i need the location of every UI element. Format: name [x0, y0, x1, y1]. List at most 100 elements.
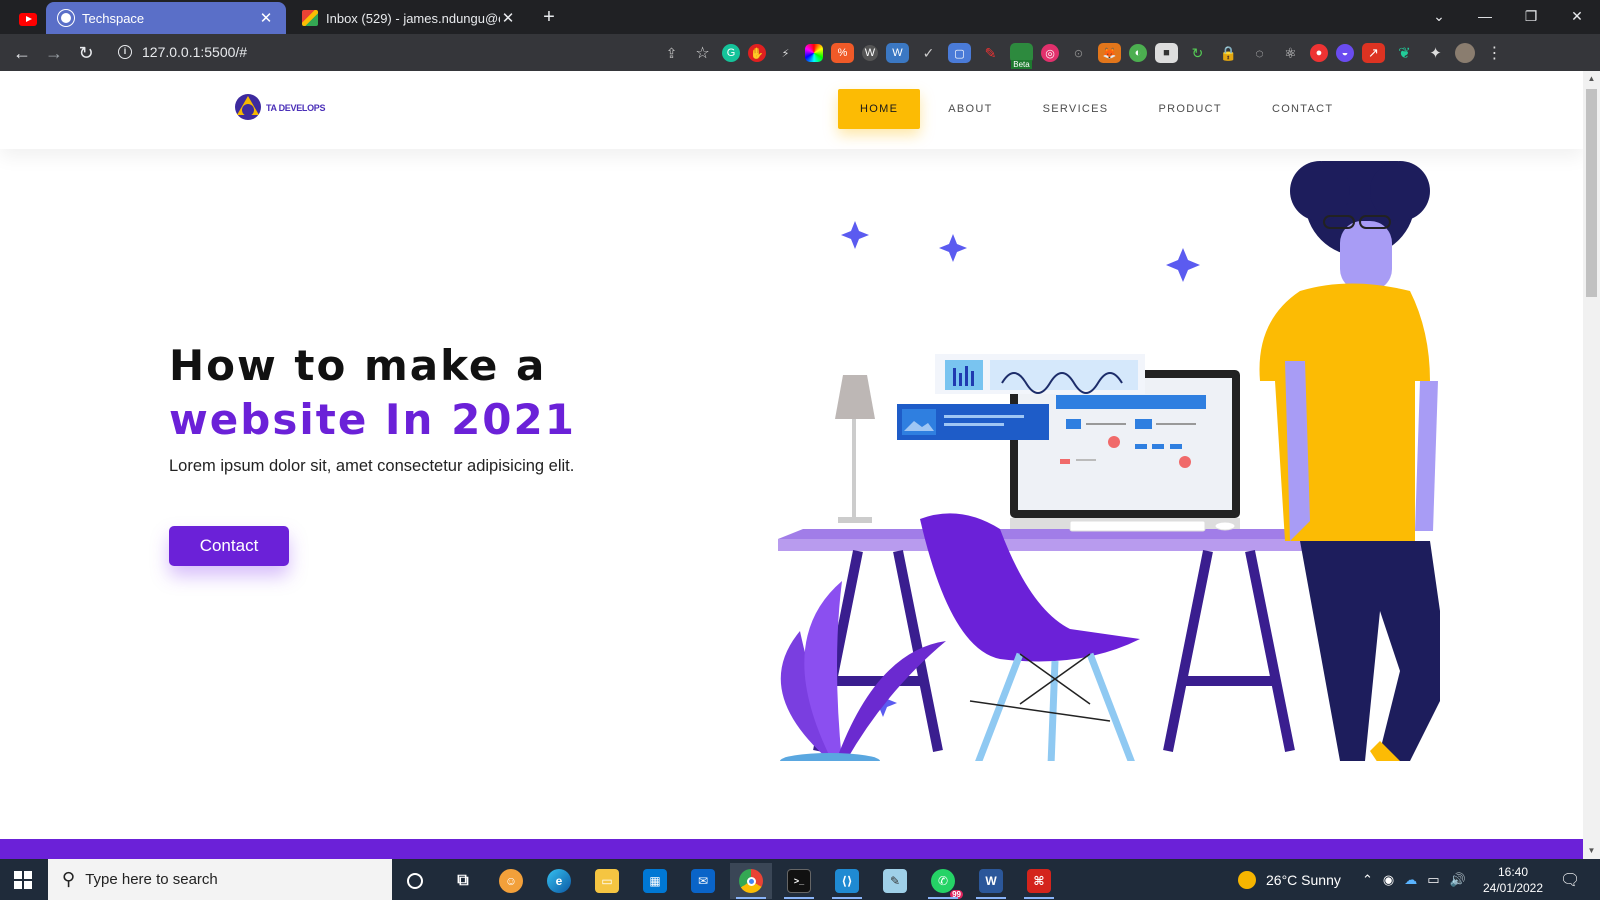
hero-title-line1: How to make a: [169, 341, 547, 390]
file-explorer-icon[interactable]: ▭: [586, 863, 628, 899]
site-header: TA DEVELOPS HOME ABOUT SERVICES PRODUCT …: [0, 71, 1583, 149]
fraction-icon[interactable]: %: [831, 43, 854, 63]
extension-icon[interactable]: ⚡: [774, 43, 797, 63]
volume-icon[interactable]: 🔊: [1450, 872, 1466, 888]
next-section-band: [0, 839, 1583, 859]
notifications-icon[interactable]: 🗨: [1560, 859, 1580, 900]
taskbar-clock[interactable]: 16:40 24/01/2022: [1478, 864, 1548, 896]
sun-icon: [1238, 870, 1256, 889]
back-icon[interactable]: ←: [10, 41, 34, 65]
gmail-icon: [302, 10, 318, 26]
beta-extension-icon[interactable]: Beta: [1010, 43, 1033, 69]
taskbar-search[interactable]: ⚲ Type here to search: [48, 859, 392, 900]
contact-button[interactable]: Contact: [169, 526, 289, 566]
logo-text: TA DEVELOPS: [266, 103, 326, 113]
search-icon: ⚲: [62, 869, 76, 889]
weather-text: 26°C Sunny: [1266, 871, 1341, 888]
red-extension-icon[interactable]: ●: [1310, 44, 1328, 62]
camera-icon[interactable]: ◉: [1383, 872, 1394, 888]
tab-title: Techspace: [82, 10, 145, 26]
metamask-icon[interactable]: 🦊: [1098, 43, 1121, 63]
grammarly-icon[interactable]: G: [722, 44, 740, 62]
whatsapp-icon[interactable]: ✆ 99: [922, 863, 964, 899]
mail-icon[interactable]: ✉: [682, 863, 724, 899]
bird-extension-icon[interactable]: ❦: [1393, 43, 1416, 63]
refresh-extension-icon[interactable]: ↻: [1186, 43, 1209, 63]
pinned-tab-youtube[interactable]: [10, 4, 46, 34]
clock-date: 24/01/2022: [1482, 881, 1544, 895]
system-tray: ⌃ ◉ ☁ ▭ 🔊: [1362, 859, 1466, 900]
wordpress-icon[interactable]: W: [886, 43, 909, 63]
page-scrollbar[interactable]: ▲ ▼: [1583, 71, 1600, 859]
reload-icon[interactable]: ↻: [74, 41, 98, 65]
screen-icon[interactable]: ▢: [948, 43, 971, 63]
word-icon[interactable]: W: [970, 863, 1012, 899]
scroll-down-icon[interactable]: ▼: [1583, 843, 1600, 859]
bookmark-star-icon[interactable]: ☆: [691, 43, 714, 63]
mouse: [1214, 521, 1236, 531]
scroll-thumb[interactable]: [1586, 89, 1597, 297]
adblock-icon[interactable]: ✋: [748, 44, 766, 62]
profile-avatar[interactable]: [1455, 43, 1475, 63]
tab-search-icon[interactable]: ⌄: [1416, 0, 1462, 32]
menu-kebab-icon[interactable]: ⋮: [1483, 43, 1506, 63]
chrome-icon[interactable]: [730, 863, 772, 899]
nav-home[interactable]: HOME: [838, 89, 921, 129]
acrobat-icon[interactable]: ⌘: [1018, 863, 1060, 899]
globe-icon: [58, 10, 74, 26]
nav-contact[interactable]: CONTACT: [1250, 89, 1355, 129]
lock-extension-icon[interactable]: 🔒: [1217, 43, 1240, 63]
forward-icon[interactable]: →: [42, 41, 66, 65]
cortana-icon[interactable]: [394, 863, 436, 899]
tab-inbox[interactable]: Inbox (529) - james.ndungu@cdl ✕: [290, 2, 528, 34]
site-logo[interactable]: TA DEVELOPS: [234, 93, 326, 121]
square-extension-icon[interactable]: ■: [1155, 43, 1178, 63]
windows-start-icon[interactable]: [14, 871, 32, 889]
purple-extension-icon[interactable]: ◒: [1336, 44, 1354, 62]
nav-services[interactable]: SERVICES: [1021, 89, 1131, 129]
clock-time: 16:40: [1497, 865, 1529, 879]
store-icon[interactable]: ▦: [634, 863, 676, 899]
weather-widget[interactable]: 26°C Sunny: [1238, 859, 1341, 900]
desk-top: [778, 529, 1318, 539]
show-hidden-icons-icon[interactable]: ⌃: [1362, 872, 1373, 888]
restore-button[interactable]: ❐: [1508, 0, 1554, 32]
color-extension-icon[interactable]: ◐: [1129, 44, 1147, 62]
tab-title: Inbox (529) - james.ndungu@cdl: [326, 10, 500, 26]
scroll-up-icon[interactable]: ▲: [1583, 71, 1600, 87]
onedrive-icon[interactable]: ☁: [1404, 872, 1417, 888]
circle-extension-icon[interactable]: ◌: [1248, 43, 1271, 63]
network-icon[interactable]: ▭: [1427, 872, 1439, 888]
main-nav: HOME ABOUT SERVICES PRODUCT CONTACT: [838, 89, 1361, 129]
close-window-button[interactable]: ✕: [1554, 0, 1600, 32]
minimize-button[interactable]: —: [1462, 0, 1508, 32]
hero-illustration: [778, 161, 1440, 761]
check-icon[interactable]: ✓: [917, 43, 940, 63]
pen-icon[interactable]: ✎: [979, 43, 1002, 63]
close-tab-icon[interactable]: ✕: [258, 9, 274, 27]
new-tab-button[interactable]: +: [536, 5, 562, 31]
puzzle-icon[interactable]: ✦: [1424, 43, 1447, 63]
colorpicker-icon[interactable]: [805, 44, 823, 62]
site-info-icon[interactable]: i: [118, 45, 132, 59]
nav-about[interactable]: ABOUT: [926, 89, 1014, 129]
address-bar[interactable]: i 127.0.0.1:5500/#: [112, 37, 712, 67]
nav-product[interactable]: PRODUCT: [1136, 89, 1244, 129]
vscode-icon[interactable]: ⟨⟩: [826, 863, 868, 899]
people-app-icon[interactable]: ☺: [490, 863, 532, 899]
terminal-icon[interactable]: >_: [778, 863, 820, 899]
whatsapp-badge: 99: [950, 890, 963, 899]
task-view-icon[interactable]: ⧉: [442, 863, 484, 899]
close-tab-icon[interactable]: ✕: [500, 9, 516, 27]
mouse-icon[interactable]: ⊙: [1067, 43, 1090, 63]
react-icon[interactable]: ⚛: [1279, 43, 1302, 63]
desk-lamp: [835, 375, 875, 523]
tab-techspace[interactable]: Techspace ✕: [46, 2, 286, 34]
notepad-icon[interactable]: ✎: [874, 863, 916, 899]
wordpress-gray-icon[interactable]: W: [862, 45, 878, 61]
share-icon[interactable]: ⇪: [660, 43, 683, 63]
browser-tab-bar: Techspace ✕ Inbox (529) - james.ndungu@c…: [0, 0, 1600, 34]
instagram-icon[interactable]: ◎: [1041, 44, 1059, 62]
edge-icon[interactable]: e: [538, 863, 580, 899]
arrow-extension-icon[interactable]: ↗: [1362, 43, 1385, 63]
